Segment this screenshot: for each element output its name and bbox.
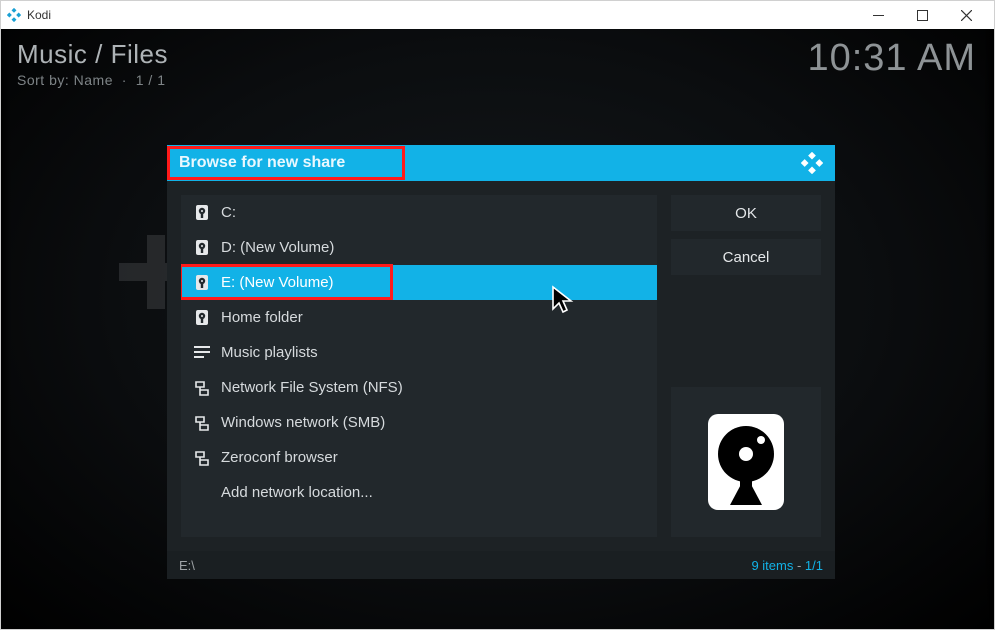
source-item-label: Music playlists [221,344,318,361]
titlebar-title: Kodi [27,8,51,22]
titlebar: Kodi [1,1,994,29]
ok-button[interactable]: OK [671,195,821,231]
dialog-header: Browse for new share [167,145,835,181]
source-item[interactable]: Music playlists [181,335,657,370]
dialog-title: Browse for new share [179,154,345,171]
source-item-label: D: (New Volume) [221,239,334,256]
source-item[interactable]: Add network location... [181,475,657,510]
source-item-label: Home folder [221,309,303,326]
footer-path: E:\ [179,558,195,573]
breadcrumb-subline: Sort by: Name · 1 / 1 [17,72,168,88]
clock: 10:31 AM [807,37,976,80]
minimize-button[interactable] [856,1,900,29]
source-item-label: Windows network (SMB) [221,414,385,431]
source-item-label: Network File System (NFS) [221,379,403,396]
maximize-button[interactable] [900,1,944,29]
cancel-button[interactable]: Cancel [671,239,821,275]
source-list[interactable]: C: D: (New Volume) E: (New Volume) Home fol… [181,195,657,537]
dialog-footer: E:\ 9 items - 1/1 [167,551,835,579]
source-item[interactable]: Home folder [181,300,657,335]
network-icon [193,414,211,432]
source-item[interactable]: Network File System (NFS) [181,370,657,405]
browse-dialog: Browse for new share C: D: (New Volume) E:… [167,145,835,579]
playlist-icon [193,344,211,362]
breadcrumb-path: Music / Files [17,39,168,70]
footer-count: 9 items - 1/1 [751,558,823,573]
close-button[interactable] [944,1,988,29]
drive-icon [193,309,211,327]
kodi-logo-icon [801,152,823,174]
dialog-side: OK Cancel [671,195,821,537]
source-item[interactable]: E: (New Volume) [181,265,657,300]
drive-preview-icon [704,412,788,512]
drive-icon [193,204,211,222]
breadcrumb: Music / Files Sort by: Name · 1 / 1 [17,39,168,88]
kodi-logo-icon [7,8,21,22]
source-item[interactable]: Zeroconf browser [181,440,657,475]
source-item[interactable]: C: [181,195,657,230]
source-item[interactable]: Windows network (SMB) [181,405,657,440]
source-item-label: Zeroconf browser [221,449,338,466]
drive-icon [193,239,211,257]
dialog-body: C: D: (New Volume) E: (New Volume) Home fol… [167,181,835,551]
kodi-main: Music / Files Sort by: Name · 1 / 1 10:3… [1,29,994,629]
drive-icon [193,274,211,292]
app-window: Kodi Music / Files Sort by: Name · 1 / 1… [0,0,995,630]
source-item[interactable]: D: (New Volume) [181,230,657,265]
source-item-label: Add network location... [221,484,373,501]
source-item-label: C: [221,204,236,221]
source-item-label: E: (New Volume) [221,274,334,291]
network-icon [193,379,211,397]
network-icon [193,449,211,467]
preview-thumbnail [671,387,821,537]
